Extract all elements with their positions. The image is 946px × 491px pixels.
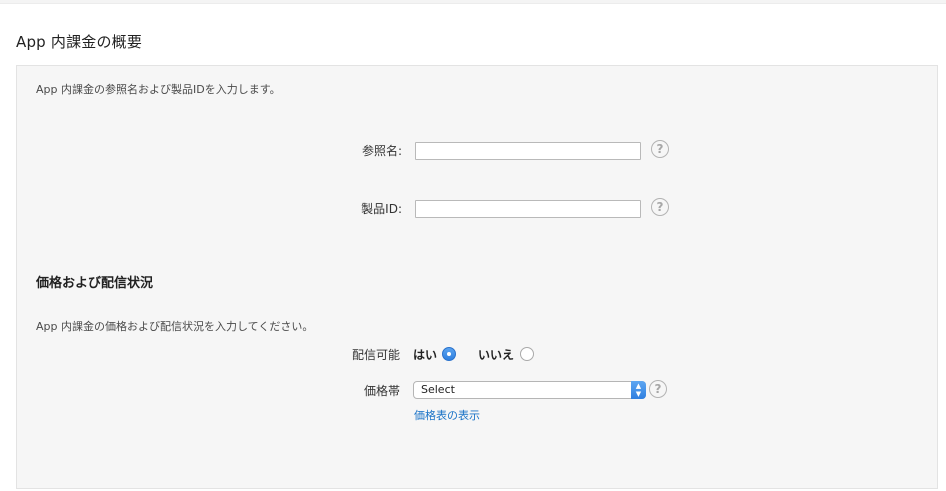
chevron-up-down-icon: ▲ ▼	[631, 381, 646, 399]
reference-name-help-icon[interactable]: ?	[651, 140, 669, 158]
section-title: App 内課金の概要	[16, 33, 143, 51]
pricing-section-title: 価格および配信状況	[36, 276, 154, 291]
availability-no-radio[interactable]	[520, 347, 534, 361]
availability-label: 配信可能	[351, 348, 400, 362]
price-tier-help-icon[interactable]: ?	[649, 380, 667, 398]
reference-name-label: 参照名:	[361, 144, 402, 158]
top-bar	[0, 0, 946, 4]
availability-yes-radio[interactable]	[442, 347, 456, 361]
product-id-input[interactable]	[415, 200, 641, 218]
price-matrix-link[interactable]: 価格表の表示	[414, 407, 480, 423]
details-panel	[16, 65, 938, 489]
overview-intro-text: App 内課金の参照名および製品IDを入力します。	[36, 83, 281, 96]
product-id-label: 製品ID:	[361, 202, 402, 216]
availability-yes-label: はい	[413, 348, 438, 362]
product-id-help-icon[interactable]: ?	[651, 198, 669, 216]
reference-name-input[interactable]	[415, 142, 641, 160]
pricing-intro-text: App 内課金の価格および配信状況を入力してください。	[36, 320, 314, 333]
price-tier-selected-value: Select	[421, 383, 455, 396]
price-tier-select[interactable]: Select ▲ ▼	[413, 381, 646, 399]
availability-no-label: いいえ	[478, 348, 515, 362]
price-tier-label: 価格帯	[363, 384, 400, 398]
